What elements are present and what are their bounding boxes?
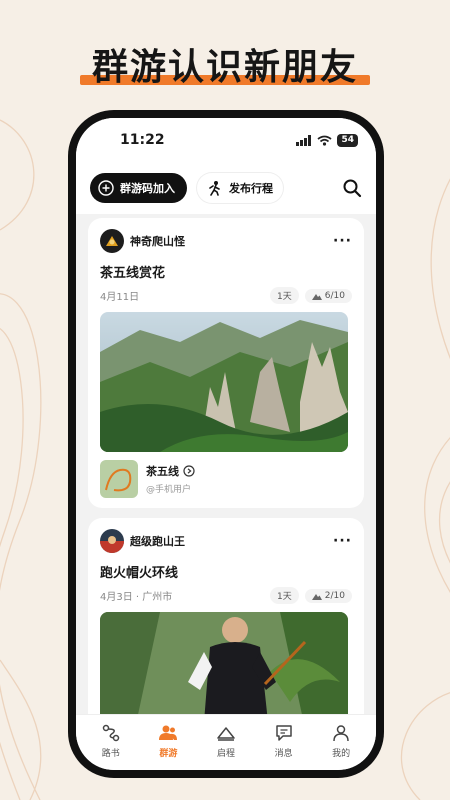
trip-meta: 4月3日 · 广州市 1天 2/10	[100, 587, 352, 604]
battery-indicator: 54	[337, 133, 358, 147]
route-user: @手机用户	[146, 485, 192, 495]
play-circle-icon	[183, 465, 195, 477]
duration-badge: 1天	[270, 287, 299, 304]
trip-title: 茶五线赏花	[100, 266, 166, 281]
join-by-code-button[interactable]: 群游码加入	[90, 173, 187, 203]
tab-group-travel[interactable]: 群游	[143, 723, 193, 770]
publish-trip-button[interactable]: 发布行程	[197, 173, 283, 203]
route-name[interactable]: 茶五线	[146, 463, 195, 479]
wifi-icon	[317, 135, 333, 146]
tab-label: 群游	[159, 749, 178, 759]
status-time: 11:22	[120, 132, 165, 148]
phone-frame: 11:22 54 群游码加入 发布行程 神奇爬山怪 ··· 茶五线赏花 4月11…	[68, 110, 384, 778]
trip-date: 4月3日 · 广州市	[100, 592, 173, 603]
trip-meta: 4月11日 1天 6/10	[100, 287, 352, 304]
publish-trip-label: 发布行程	[229, 182, 273, 195]
trip-card[interactable]: 超级跑山王 ··· 跑火帽火环线 4月3日 · 广州市 1天 2/10	[88, 518, 364, 714]
author-name[interactable]: 神奇爬山怪	[130, 233, 185, 249]
join-by-code-label: 群游码加入	[120, 182, 175, 195]
trip-feed: 神奇爬山怪 ··· 茶五线赏花 4月11日 1天 6/10 茶五线 @手机用户 …	[76, 218, 376, 714]
tab-label: 路书	[101, 749, 120, 759]
group-icon	[159, 725, 178, 740]
route-icon	[102, 724, 120, 742]
mountain-small-icon	[311, 293, 322, 300]
tab-depart[interactable]: 启程	[201, 723, 251, 770]
trip-date: 4月11日	[100, 292, 140, 303]
tab-label: 消息	[274, 749, 293, 759]
tab-route-book[interactable]: 路书	[86, 723, 136, 770]
status-bar: 11:22 54	[76, 118, 376, 162]
plus-circle-icon	[98, 180, 114, 196]
more-options-icon[interactable]: ···	[333, 533, 352, 549]
app-screen: 11:22 54 群游码加入 发布行程 神奇爬山怪 ··· 茶五线赏花 4月11…	[76, 118, 376, 770]
status-icons: 54	[296, 133, 358, 147]
signal-icon	[296, 134, 312, 146]
message-icon	[275, 725, 292, 741]
mountain-icon	[217, 727, 235, 741]
mountain-small-icon	[311, 593, 322, 600]
tab-profile[interactable]: 我的	[316, 723, 366, 770]
card-header: 超级跑山王 ···	[100, 528, 352, 554]
card-header: 神奇爬山怪 ···	[100, 228, 352, 254]
duration-badge: 1天	[270, 587, 299, 604]
hiker-icon	[209, 181, 220, 196]
tab-label: 启程	[216, 749, 235, 759]
trip-card[interactable]: 神奇爬山怪 ··· 茶五线赏花 4月11日 1天 6/10 茶五线 @手机用户	[88, 218, 364, 508]
promo-headline: 群游认识新朋友	[91, 47, 358, 88]
bottom-tab-bar: 路书 群游 启程 消息 我的	[76, 714, 376, 770]
trip-photo[interactable]	[100, 312, 348, 452]
route-info: 茶五线 @手机用户	[146, 463, 195, 495]
author-name[interactable]: 超级跑山王	[130, 533, 185, 549]
profile-icon	[333, 725, 349, 742]
avatar[interactable]	[100, 529, 124, 553]
member-count-badge: 2/10	[304, 588, 352, 603]
top-action-bar: 群游码加入 发布行程	[76, 162, 376, 214]
tab-label: 我的	[332, 749, 351, 759]
search-icon[interactable]	[342, 178, 362, 198]
tab-messages[interactable]: 消息	[259, 723, 309, 770]
trip-title: 跑火帽火环线	[100, 566, 179, 581]
avatar[interactable]	[100, 229, 124, 253]
member-count-badge: 6/10	[304, 288, 352, 303]
trip-photo[interactable]	[100, 612, 348, 714]
route-summary[interactable]: 茶五线 @手机用户	[100, 460, 352, 498]
route-map-thumbnail[interactable]	[100, 460, 138, 498]
more-options-icon[interactable]: ···	[333, 233, 352, 249]
